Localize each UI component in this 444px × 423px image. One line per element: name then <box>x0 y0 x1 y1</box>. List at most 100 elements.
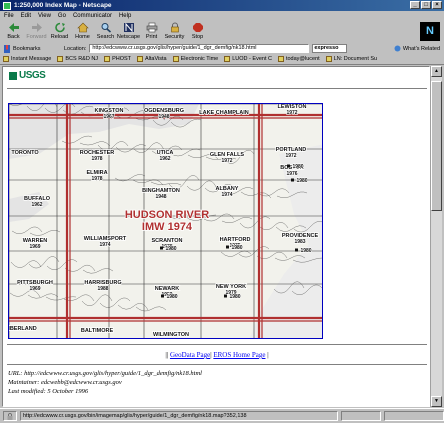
personal-bookmark-today-lucent[interactable]: today@lucent <box>277 56 320 62</box>
whats-related-button[interactable]: What's Related <box>394 45 444 52</box>
bookmark-label: Electronic Time <box>180 56 219 62</box>
print-button[interactable]: Print <box>140 21 163 43</box>
page-content: USGS KINGSTON 1967 OGDENSBURG 1948 LAKE CHAM… <box>2 66 430 407</box>
dem-marker-square <box>287 164 290 168</box>
dem-marker-square <box>160 246 163 250</box>
personal-bookmark-electronic-time[interactable]: Electronic Time <box>172 56 219 62</box>
netscape-button[interactable]: Netscape <box>117 21 140 43</box>
bookmark-icon <box>57 56 64 62</box>
scroll-up-arrow-icon[interactable]: ▲ <box>431 66 442 77</box>
terrain-line <box>220 250 252 257</box>
quad-year-label: 1967 <box>103 114 114 120</box>
personal-bookmark-instant-message[interactable]: Instant Message <box>3 56 51 62</box>
component-bar[interactable] <box>384 411 444 421</box>
menu-edit[interactable]: Edit <box>21 13 31 19</box>
imw-sheet-title: HUDSON RIVER <box>125 209 209 221</box>
bookmark-label: Instant Message <box>11 56 52 62</box>
reload-button[interactable]: Reload <box>48 21 71 43</box>
menu-go[interactable]: Go <box>58 13 66 19</box>
bookmarks-button[interactable]: Bookmarks <box>3 44 61 53</box>
back-arrow-icon <box>8 23 19 32</box>
terrain-line <box>27 293 59 299</box>
bookmark-label: today@lucent <box>285 56 320 62</box>
quad-name-label: LAKE CHAMPLAIN <box>199 110 249 116</box>
stop-icon <box>192 23 203 32</box>
security-status-icon[interactable] <box>3 411 17 421</box>
menu-help[interactable]: Help <box>119 13 131 19</box>
dem-marker-year: 1980 <box>300 248 311 254</box>
menu-bar: File Edit View Go Communicator Help <box>0 11 444 21</box>
links-separator: | <box>267 351 269 359</box>
location-url-input[interactable]: http://edcwww.cr.usgs.gov/glis/hyper/gui… <box>89 44 310 53</box>
bookmark-icon <box>325 56 332 62</box>
vertical-scrollbar[interactable]: ▲ ▼ <box>430 66 442 407</box>
home-label: Home <box>75 34 90 40</box>
terrain-line <box>28 256 60 269</box>
dem-marker-year: 1980 <box>165 246 176 252</box>
scroll-down-arrow-icon[interactable]: ▼ <box>431 396 442 407</box>
search-button[interactable]: Search <box>94 21 117 43</box>
quad-name-label: TORONTO <box>11 150 39 156</box>
dem-marker-square <box>224 294 227 298</box>
eros-home-page-link[interactable]: EROS Home Page <box>213 351 265 359</box>
reload-icon <box>54 22 65 33</box>
personal-bookmark-luod[interactable]: LUOD - Event C <box>224 56 272 62</box>
quad-year-label: 1962 <box>31 202 42 208</box>
personal-bookmark-ln-document[interactable]: LN: Document Su <box>325 56 377 62</box>
terrain-line <box>115 144 147 153</box>
personal-bookmark-phost[interactable]: PHOST <box>104 56 131 62</box>
scroll-thumb[interactable] <box>431 81 442 211</box>
index-map-image[interactable]: KINGSTON 1967 OGDENSBURG 1948 LAKE CHAMPLAIN… <box>8 103 323 339</box>
usgs-logo-text: USGS <box>19 70 46 81</box>
menu-communicator[interactable]: Communicator <box>73 13 112 19</box>
close-button[interactable]: × <box>432 1 442 9</box>
security-label: Security <box>164 34 185 40</box>
terrain-line <box>11 226 43 234</box>
search-label: Search <box>96 34 115 40</box>
usgs-logo[interactable]: USGS <box>9 70 46 81</box>
personal-toolbar: Instant Message BCS R&D NJ PHOST AltaVis… <box>0 54 444 65</box>
menu-file[interactable]: File <box>4 13 14 19</box>
terrain-line <box>81 294 113 306</box>
geodata-page-link[interactable]: GeoData Page <box>170 351 210 359</box>
location-label: Location: <box>64 45 87 52</box>
bookmarks-label: Bookmarks <box>13 45 41 52</box>
dem-marker-square <box>295 248 298 252</box>
home-icon <box>76 22 89 33</box>
quad-year-label: 1969 <box>29 286 40 292</box>
stop-button[interactable]: Stop <box>186 21 209 43</box>
security-button[interactable]: Security <box>163 21 186 43</box>
personal-bookmark-bcs[interactable]: BCS R&D NJ <box>57 56 98 62</box>
window-title: 1:250,000 Index Map - Netscape <box>14 2 112 9</box>
menu-view[interactable]: View <box>38 13 51 19</box>
bookmark-label: PHOST <box>112 56 132 62</box>
bookmark-label: AltaVista <box>145 56 167 62</box>
maximize-button[interactable]: □ <box>421 1 431 9</box>
home-button[interactable]: Home <box>71 21 94 43</box>
personal-bookmark-altavista[interactable]: AltaVista <box>137 56 167 62</box>
quad-year-label: 1972 <box>221 158 232 164</box>
expresso-dropdown[interactable]: expresso <box>312 44 348 53</box>
minimize-button[interactable]: _ <box>410 1 420 9</box>
terrain-line <box>168 175 200 189</box>
terrain-line <box>239 216 271 229</box>
terrain-line <box>186 180 218 191</box>
whats-related-label: What's Related <box>402 45 440 52</box>
dem-marker-year: 1980 <box>166 294 177 300</box>
terrain-line <box>79 141 111 147</box>
netscape-throbber-logo[interactable]: N <box>420 22 440 41</box>
netscape-label: Netscape <box>116 34 141 40</box>
terrain-line <box>240 191 272 199</box>
usgs-mark-icon <box>9 71 17 80</box>
terrain-line <box>221 217 253 223</box>
print-label: Print <box>145 34 158 40</box>
status-bar: http://edcwww.cr.usgs.gov/bin/imagemap/g… <box>0 408 444 423</box>
dem-marker-year: 1980 <box>231 245 242 251</box>
terrain-line <box>99 297 131 308</box>
quad-year-label: 1983 <box>294 239 305 245</box>
back-button[interactable]: Back <box>2 21 25 43</box>
navigation-toolbar: Back Forward Reload Home Search Netscape… <box>0 21 444 43</box>
forward-button[interactable]: Forward <box>25 21 48 43</box>
dem-marker-year: 1980 <box>229 294 240 300</box>
quad-year-label: 1978 <box>91 176 102 182</box>
